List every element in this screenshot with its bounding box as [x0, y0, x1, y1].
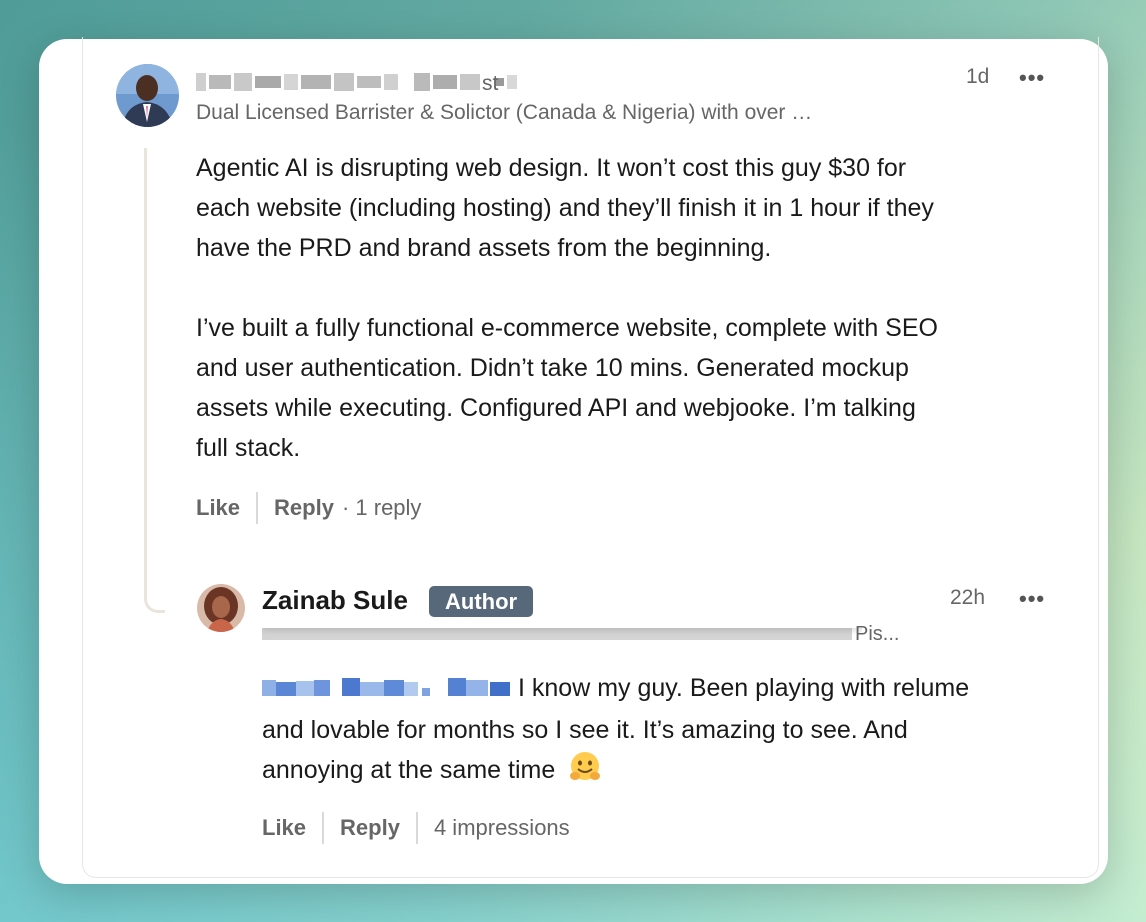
action-divider [256, 492, 259, 524]
comment-paragraph-2: I’ve built a fully functional e-commerce… [196, 314, 938, 462]
reply-button[interactable]: Reply [274, 495, 334, 521]
reply-timestamp: 22h [950, 586, 986, 609]
mention-link-redacted[interactable] [262, 670, 510, 710]
thread-connector-line [144, 148, 165, 613]
reply-reply-button[interactable]: Reply [340, 815, 400, 841]
hugging-face-icon [568, 750, 602, 784]
impressions-count: 4 impressions [433, 815, 570, 840]
commenter-headline: Dual Licensed Barrister & Solictor (Cana… [196, 101, 813, 124]
reply-author-name[interactable]: Zainab Sule [262, 585, 408, 616]
comment-actions: Like Reply · 1 reply [196, 492, 421, 524]
reply-body: I know my guy. Been playing with relume … [262, 668, 1062, 790]
comment-paragraph-1: Agentic AI is disrupting web design. It … [196, 154, 934, 262]
comment-timestamp: 1d [966, 65, 990, 88]
comment-body: Agentic AI is disrupting web design. It … [196, 148, 1076, 468]
reply-author-avatar[interactable] [197, 584, 245, 632]
reply-count-link[interactable]: · 1 reply [342, 495, 421, 521]
action-divider [322, 812, 325, 844]
reply-actions: Like Reply 4 impressions [262, 812, 570, 844]
action-divider [415, 812, 418, 844]
reply-like-button[interactable]: Like [262, 815, 306, 841]
reply-line-3: annoying at the same time [262, 756, 556, 784]
reply-line-1: I know my guy. Been playing with relume [518, 674, 970, 702]
reply-line-2: and lovable for months so I see it. It’s… [262, 716, 908, 744]
commenter-name-redacted[interactable] [196, 73, 517, 91]
commenter-avatar[interactable] [116, 64, 179, 127]
reply-headline-redacted [262, 620, 862, 640]
comment-more-options-icon[interactable]: ••• [1019, 65, 1045, 91]
reply-headline-tail: Pis... [855, 623, 900, 645]
like-button[interactable]: Like [196, 495, 240, 521]
author-badge: Author [429, 586, 534, 617]
reply-more-options-icon[interactable]: ••• [1019, 586, 1045, 612]
commenter-name-suffix: st [482, 72, 499, 95]
